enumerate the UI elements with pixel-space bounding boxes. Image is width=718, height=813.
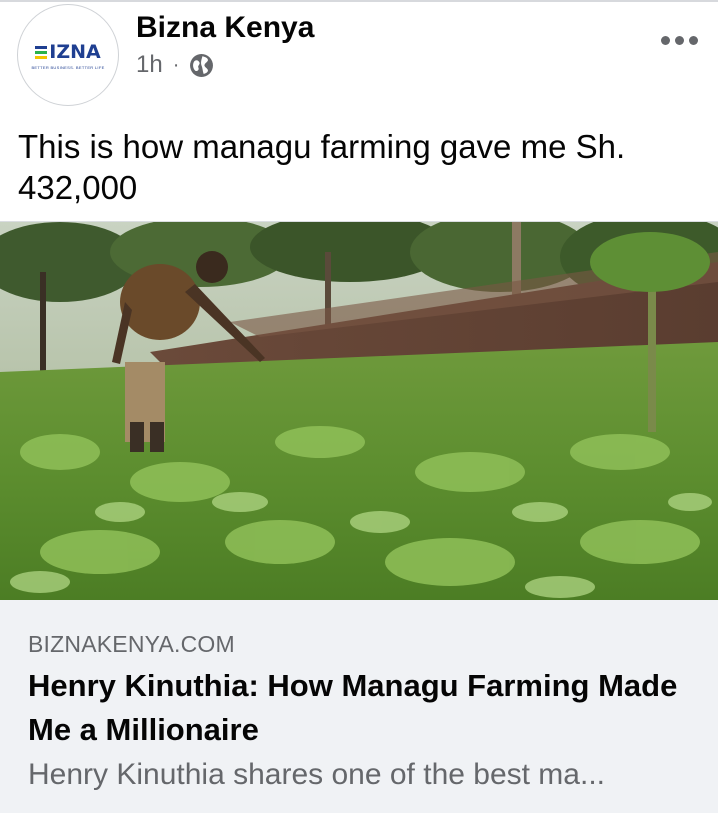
facebook-post: IZNA BETTER BUSINESS. BETTER LIFE Bizna … xyxy=(0,0,718,813)
more-options-icon[interactable] xyxy=(661,36,698,45)
link-title[interactable]: Henry Kinuthia: How Managu Farming Made … xyxy=(28,664,688,752)
link-description[interactable]: Henry Kinuthia shares one of the best ma… xyxy=(28,755,688,795)
logo-bars xyxy=(35,45,48,59)
page-avatar[interactable]: IZNA BETTER BUSINESS. BETTER LIFE xyxy=(17,4,119,106)
logo-tagline: BETTER BUSINESS. BETTER LIFE xyxy=(31,64,105,70)
bizna-logo: IZNA xyxy=(35,40,101,63)
link-domain[interactable]: BIZNAKENYA.COM xyxy=(28,630,235,658)
logo-text: IZNA xyxy=(49,40,101,63)
meta-separator: · xyxy=(172,54,180,76)
post-meta: 1h · xyxy=(136,50,214,80)
page-name[interactable]: Bizna Kenya xyxy=(136,11,314,45)
post-text: This is how managu farming gave me Sh. 4… xyxy=(18,128,626,206)
globe-icon xyxy=(189,53,214,78)
post-header: IZNA BETTER BUSINESS. BETTER LIFE Bizna … xyxy=(0,2,718,112)
post-photo[interactable] xyxy=(0,222,718,600)
post-time[interactable]: 1h xyxy=(136,50,163,80)
